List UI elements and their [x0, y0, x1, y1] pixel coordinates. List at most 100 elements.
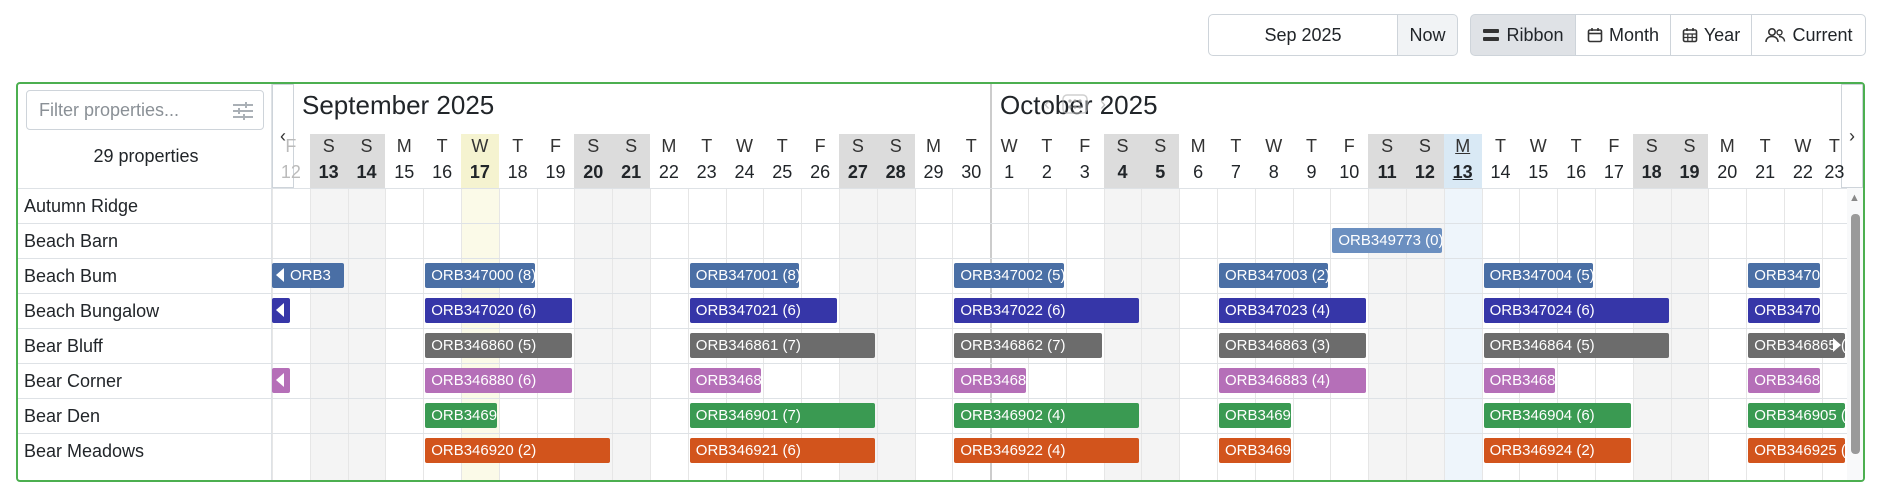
booking-bar[interactable]: ORB346905 (5)	[1748, 403, 1845, 428]
booking-bar[interactable]: ORB3468	[689, 368, 762, 393]
view-current-button[interactable]: Current	[1751, 14, 1866, 56]
booking-bar[interactable]: ORB3469	[425, 403, 497, 428]
property-name[interactable]: Beach Bungalow	[24, 301, 159, 322]
day-number[interactable]: 18	[1633, 162, 1671, 183]
booking-bar[interactable]: ORB3468	[1748, 368, 1820, 393]
property-name[interactable]: Bear Meadows	[24, 441, 144, 462]
property-name[interactable]: Autumn Ridge	[24, 196, 138, 217]
day-number[interactable]: 8	[1255, 162, 1293, 183]
booking-bar[interactable]: ORB347004 (5)	[1483, 263, 1593, 288]
day-number[interactable]: 1	[990, 162, 1028, 183]
day-number[interactable]: 12	[1406, 162, 1444, 183]
booking-bar[interactable]: ORB346863 (3)	[1219, 333, 1367, 358]
booking-bar[interactable]: ORB347020 (6)	[425, 298, 573, 323]
booking-bar[interactable]: ORB346901 (7)	[689, 403, 875, 428]
day-number[interactable]: 17	[461, 162, 499, 183]
day-number[interactable]: 25	[763, 162, 801, 183]
scroll-up-icon[interactable]: ▲	[1849, 192, 1860, 204]
booking-bar[interactable]: ORB346922 (4)	[954, 438, 1140, 463]
day-number[interactable]: 7	[1217, 162, 1255, 183]
booking-bar[interactable]: ORB3468	[954, 368, 1026, 393]
day-number[interactable]: 27	[839, 162, 877, 183]
day-number[interactable]: 28	[877, 162, 915, 183]
booking-bar[interactable]: ORB3468	[1483, 368, 1556, 393]
booking-bar[interactable]: ORB346865 (7)	[1748, 333, 1845, 358]
day-number[interactable]: 22	[1784, 162, 1822, 183]
booking-bar[interactable]: ORB346920 (2)	[425, 438, 611, 463]
booking-bar[interactable]: ORB346924 (2)	[1483, 438, 1631, 463]
day-number[interactable]: 20	[574, 162, 612, 183]
booking-bar[interactable]: ORB346904 (6)	[1483, 403, 1631, 428]
booking-bar[interactable]: ORB347001 (8)	[689, 263, 800, 288]
day-number[interactable]: 14	[1482, 162, 1520, 183]
day-number[interactable]: 15	[1519, 162, 1557, 183]
day-number[interactable]: 16	[1557, 162, 1595, 183]
booking-bar[interactable]: ORB349773 (0)	[1332, 228, 1442, 253]
property-name[interactable]: Beach Barn	[24, 231, 118, 252]
filter-properties-input[interactable]: Filter properties...	[26, 90, 264, 130]
booking-bar[interactable]: ORB3469	[1219, 438, 1291, 463]
day-number[interactable]: 18	[499, 162, 537, 183]
booking-bar[interactable]	[272, 298, 290, 323]
day-number[interactable]: 5	[1141, 162, 1179, 183]
day-number[interactable]: 24	[726, 162, 764, 183]
day-number[interactable]: 3	[1066, 162, 1104, 183]
day-number[interactable]: 14	[348, 162, 386, 183]
booking-bar[interactable]: ORB3	[272, 263, 344, 288]
day-number[interactable]: 13	[1444, 162, 1482, 183]
day-number[interactable]: 23	[1822, 162, 1847, 183]
day-number[interactable]: 29	[915, 162, 953, 183]
booking-bar[interactable]: ORB3470	[1748, 263, 1820, 288]
view-ribbon-button[interactable]: Ribbon	[1470, 14, 1576, 56]
property-name[interactable]: Bear Den	[24, 406, 100, 427]
booking-bar[interactable]: ORB347002 (5)	[954, 263, 1064, 288]
day-number[interactable]: 23	[688, 162, 726, 183]
day-number[interactable]: 21	[1746, 162, 1784, 183]
day-number[interactable]: 21	[612, 162, 650, 183]
day-number[interactable]: 12	[272, 162, 310, 183]
property-name[interactable]: Beach Bum	[24, 266, 117, 287]
booking-bar[interactable]: ORB346864 (5)	[1483, 333, 1669, 358]
day-number[interactable]: 30	[952, 162, 990, 183]
booking-bar[interactable]	[272, 368, 290, 393]
booking-bar[interactable]: ORB346861 (7)	[689, 333, 875, 358]
day-number[interactable]: 9	[1293, 162, 1331, 183]
booking-bar[interactable]: ORB346925 (6)	[1748, 438, 1845, 463]
booking-bar[interactable]: ORB3470	[1748, 298, 1820, 323]
booking-bar[interactable]: ORB3469	[1219, 403, 1291, 428]
drag-handle[interactable]: ‹ ›	[1044, 90, 1106, 118]
day-number[interactable]: 2	[1028, 162, 1066, 183]
property-name[interactable]: Bear Bluff	[24, 336, 103, 357]
booking-bar[interactable]: ORB346921 (6)	[689, 438, 875, 463]
day-number[interactable]: 16	[423, 162, 461, 183]
property-name[interactable]: Bear Corner	[24, 371, 122, 392]
booking-bar[interactable]: ORB346902 (4)	[954, 403, 1140, 428]
day-number[interactable]: 26	[801, 162, 839, 183]
day-number[interactable]: 10	[1330, 162, 1368, 183]
day-number[interactable]: 19	[537, 162, 575, 183]
day-number[interactable]: 22	[650, 162, 688, 183]
day-number[interactable]: 17	[1595, 162, 1633, 183]
day-number[interactable]: 13	[310, 162, 348, 183]
booking-bar[interactable]: ORB346862 (7)	[954, 333, 1102, 358]
day-number[interactable]: 4	[1104, 162, 1142, 183]
vertical-scrollbar-thumb[interactable]	[1851, 214, 1860, 454]
booking-bar[interactable]: ORB347022 (6)	[954, 298, 1140, 323]
booking-bar[interactable]: ORB346860 (5)	[425, 333, 573, 358]
view-year-button[interactable]: Year	[1670, 14, 1752, 56]
booking-bar[interactable]: ORB347023 (4)	[1219, 298, 1367, 323]
booking-bar[interactable]: ORB347024 (6)	[1483, 298, 1669, 323]
booking-bar[interactable]: ORB346880 (6)	[425, 368, 573, 393]
tune-icon[interactable]	[231, 99, 255, 123]
day-number[interactable]: 15	[385, 162, 423, 183]
booking-bar[interactable]: ORB347003 (2)	[1219, 263, 1329, 288]
booking-bar[interactable]: ORB346883 (4)	[1219, 368, 1367, 393]
now-button[interactable]: Now	[1397, 14, 1458, 56]
date-picker-input[interactable]: Sep 2025	[1208, 14, 1398, 56]
booking-bar[interactable]: ORB347000 (8)	[425, 263, 535, 288]
day-number[interactable]: 11	[1368, 162, 1406, 183]
day-number[interactable]: 6	[1179, 162, 1217, 183]
day-number[interactable]: 19	[1671, 162, 1709, 183]
booking-bar[interactable]: ORB347021 (6)	[689, 298, 837, 323]
view-month-button[interactable]: Month	[1575, 14, 1671, 56]
